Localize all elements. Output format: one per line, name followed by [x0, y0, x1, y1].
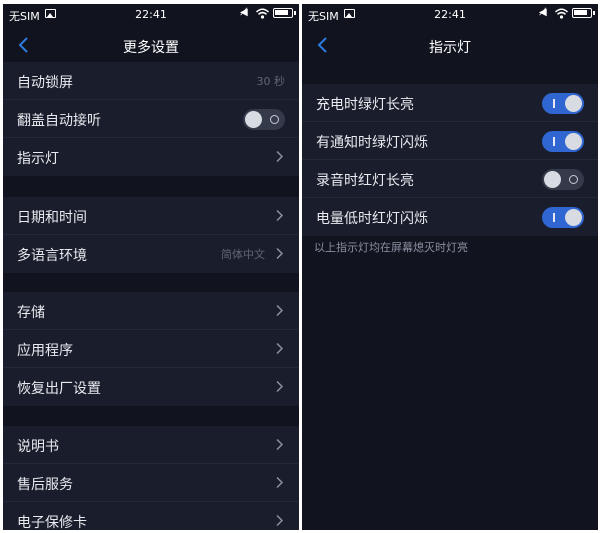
- indicator-settings-group: 充电时绿灯长亮 有通知时绿灯闪烁 录音时红灯长亮 电量低时红灯闪烁: [302, 84, 598, 236]
- row-label: 有通知时绿灯闪烁: [316, 135, 428, 151]
- toggle-on-mark: [553, 99, 555, 108]
- notification-light-toggle[interactable]: [542, 131, 584, 152]
- row-value: 30 秒: [256, 75, 286, 88]
- chevron-right-icon: [273, 247, 285, 260]
- row-value: 简体中文: [221, 248, 265, 261]
- row-label: 翻盖自动接听: [17, 113, 101, 129]
- row-label: 录音时红灯长亮: [316, 173, 414, 189]
- after-sales-row[interactable]: 售后服务: [3, 464, 299, 502]
- toggle-off-mark: [569, 175, 578, 184]
- wifi-icon: [256, 8, 269, 19]
- row-label: 说明书: [17, 439, 59, 455]
- mute-icon: ◀̸: [539, 7, 547, 18]
- flip-answer-toggle[interactable]: [243, 109, 285, 130]
- more-settings-screen: 无SIM 22:41 ◀̸ 更多设置 自动锁屏 30 秒 翻盖自动接听 指示灯: [3, 4, 299, 530]
- language-row[interactable]: 多语言环境 简体中文: [3, 235, 299, 273]
- toggle-knob: [544, 171, 561, 188]
- row-label: 日期和时间: [17, 210, 87, 226]
- toggle-off-mark: [270, 115, 279, 124]
- chevron-right-icon: [273, 476, 285, 489]
- row-label: 电量低时红灯闪烁: [316, 211, 428, 227]
- toggle-on-mark: [553, 213, 555, 222]
- mute-icon: ◀̸: [240, 7, 248, 18]
- notification-light-row: 有通知时绿灯闪烁: [302, 122, 598, 160]
- battery-icon: [273, 8, 296, 18]
- apps-row[interactable]: 应用程序: [3, 330, 299, 368]
- chevron-right-icon: [273, 380, 285, 393]
- row-label: 多语言环境: [17, 248, 87, 264]
- status-bar: 无SIM 22:41 ◀̸: [302, 4, 598, 24]
- charging-light-row: 充电时绿灯长亮: [302, 84, 598, 122]
- toggle-knob: [565, 133, 582, 150]
- toggle-knob: [245, 111, 262, 128]
- toggle-knob: [565, 209, 582, 226]
- warranty-card-row[interactable]: 电子保修卡: [3, 502, 299, 530]
- row-label: 恢复出厂设置: [17, 381, 101, 397]
- settings-group-support: 说明书 售后服务 电子保修卡: [3, 426, 299, 530]
- toggle-knob: [565, 95, 582, 112]
- chevron-right-icon: [273, 514, 285, 527]
- factory-reset-row[interactable]: 恢复出厂设置: [3, 368, 299, 406]
- row-label: 应用程序: [17, 343, 73, 359]
- page-title: 指示灯: [429, 40, 471, 56]
- recording-light-row: 录音时红灯长亮: [302, 160, 598, 198]
- indicator-light-screen: 无SIM 22:41 ◀̸ 指示灯 充电时绿灯长亮 有通知时绿灯闪烁 录音时红灯…: [302, 4, 598, 530]
- manual-row[interactable]: 说明书: [3, 426, 299, 464]
- indicator-light-row[interactable]: 指示灯: [3, 138, 299, 176]
- status-bar: 无SIM 22:41 ◀̸: [3, 4, 299, 24]
- chevron-right-icon: [273, 304, 285, 317]
- chevron-right-icon: [273, 209, 285, 222]
- page-title: 更多设置: [123, 40, 179, 56]
- nav-bar: 更多设置: [3, 26, 299, 64]
- date-time-row[interactable]: 日期和时间: [3, 197, 299, 235]
- settings-group-locale: 日期和时间 多语言环境 简体中文: [3, 197, 299, 273]
- low-battery-light-row: 电量低时红灯闪烁: [302, 198, 598, 236]
- chevron-right-icon: [273, 438, 285, 451]
- settings-group-system: 存储 应用程序 恢复出厂设置: [3, 292, 299, 406]
- flip-answer-row: 翻盖自动接听: [3, 100, 299, 138]
- row-label: 指示灯: [17, 151, 59, 167]
- recording-light-toggle[interactable]: [542, 169, 584, 190]
- toggle-on-mark: [553, 137, 555, 146]
- row-label: 存储: [17, 305, 45, 321]
- indicator-footnote: 以上指示灯均在屏幕熄灭时灯亮: [314, 241, 468, 254]
- row-label: 售后服务: [17, 477, 73, 493]
- row-label: 电子保修卡: [17, 515, 87, 530]
- auto-lock-row[interactable]: 自动锁屏 30 秒: [3, 62, 299, 100]
- row-label: 充电时绿灯长亮: [316, 97, 414, 113]
- row-label: 自动锁屏: [17, 75, 73, 91]
- charging-light-toggle[interactable]: [542, 93, 584, 114]
- battery-icon: [572, 8, 595, 18]
- chevron-right-icon: [273, 342, 285, 355]
- wifi-icon: [555, 8, 568, 19]
- chevron-right-icon: [273, 150, 285, 163]
- settings-group-display: 自动锁屏 30 秒 翻盖自动接听 指示灯: [3, 62, 299, 176]
- low-battery-light-toggle[interactable]: [542, 207, 584, 228]
- nav-bar: 指示灯: [302, 26, 598, 64]
- storage-row[interactable]: 存储: [3, 292, 299, 330]
